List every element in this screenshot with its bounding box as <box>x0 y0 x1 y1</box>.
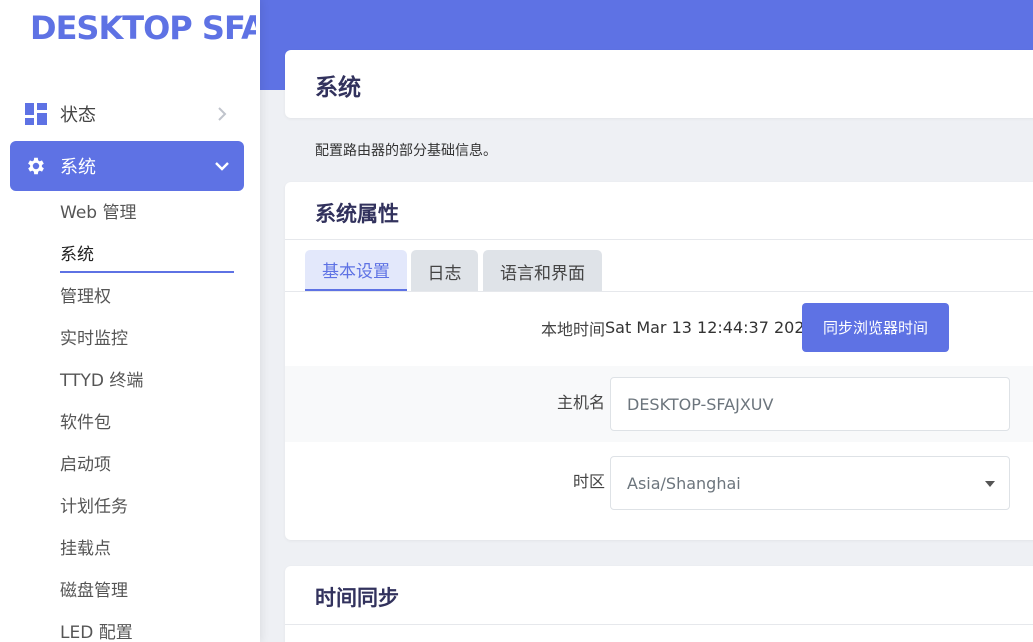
hostname-value: DESKTOP-SFAJXUV <box>627 394 774 414</box>
timezone-select[interactable]: Asia/Shanghai <box>610 456 1010 510</box>
submenu-item-admin[interactable]: 管理权 <box>60 285 111 309</box>
submenu-item-ttyd[interactable]: TTYD 终端 <box>60 369 143 393</box>
timezone-label: 时区 <box>572 472 605 491</box>
tab-language-ui[interactable]: 语言和界面 <box>483 250 602 292</box>
submenu-item-packages[interactable]: 软件包 <box>60 411 111 435</box>
divider <box>285 291 1033 292</box>
system-properties-card: 系统属性 基本设置 日志 语言和界面 本地时间 Sat Mar 13 12:44… <box>285 182 1033 540</box>
sidebar-item-label: 状态 <box>60 105 96 126</box>
hostname-label: 主机名 <box>556 393 605 412</box>
submenu-item-system[interactable]: 系统 <box>60 243 94 267</box>
divider <box>285 624 1033 625</box>
sidebar: DESKTOP SFAJX 状态 系统 Web 管理 系统 管理权 实时监控 <box>0 0 260 642</box>
submenu-item-cron[interactable]: 计划任务 <box>60 495 128 519</box>
tab-basic-settings[interactable]: 基本设置 <box>305 250 407 292</box>
submenu-item-disk[interactable]: 磁盘管理 <box>60 579 128 603</box>
dashboard-icon <box>24 102 48 126</box>
timezone-value: Asia/Shanghai <box>627 473 741 493</box>
submenu-item-startup[interactable]: 启动项 <box>60 453 111 477</box>
section-title: 系统属性 <box>315 202 399 226</box>
submenu-item-web[interactable]: Web 管理 <box>60 201 136 225</box>
local-time-label: 本地时间 <box>540 320 605 339</box>
page-header-card: 系统 <box>285 50 1033 118</box>
section-title: 时间同步 <box>315 586 399 610</box>
chevron-down-icon <box>214 158 230 174</box>
hostname-input[interactable]: DESKTOP-SFAJXUV <box>610 377 1010 431</box>
sidebar-item-status[interactable]: 状态 <box>10 89 244 139</box>
divider <box>285 239 1033 240</box>
chevron-down-icon <box>985 481 995 487</box>
submenu-item-mounts[interactable]: 挂载点 <box>60 537 111 561</box>
submenu-item-monitor[interactable]: 实时监控 <box>60 327 128 351</box>
page-title: 系统 <box>315 75 361 101</box>
brand-logo[interactable]: DESKTOP SFAJX <box>30 8 256 52</box>
sidebar-item-label: 系统 <box>60 157 96 178</box>
local-time-value: Sat Mar 13 12:44:37 2021 <box>605 318 815 337</box>
time-sync-card: 时间同步 <box>285 566 1033 642</box>
chevron-right-icon <box>214 106 230 122</box>
page-description: 配置路由器的部分基础信息。 <box>315 143 497 159</box>
tab-logs[interactable]: 日志 <box>411 250 478 292</box>
sync-browser-time-button[interactable]: 同步浏览器时间 <box>802 303 949 352</box>
sidebar-item-system[interactable]: 系统 <box>10 141 244 191</box>
gear-icon <box>24 154 48 178</box>
active-indicator <box>60 271 234 273</box>
submenu-item-led[interactable]: LED 配置 <box>60 621 133 642</box>
